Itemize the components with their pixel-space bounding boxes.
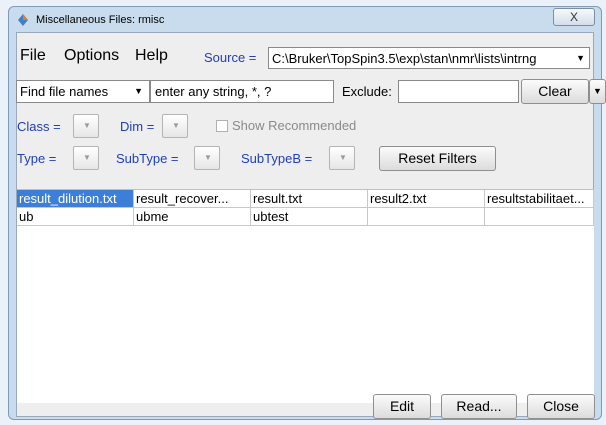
file-cell[interactable]: ubtest bbox=[251, 208, 368, 226]
file-cell[interactable]: ubme bbox=[134, 208, 251, 226]
search-input[interactable]: enter any string, *, ? bbox=[150, 80, 334, 103]
file-cell[interactable]: result_dilution.txt bbox=[17, 190, 134, 208]
app-icon bbox=[18, 14, 28, 26]
show-recommended-checkbox[interactable] bbox=[216, 120, 228, 132]
read-button[interactable]: Read... bbox=[441, 394, 517, 419]
window-title: Miscellaneous Files: rmisc bbox=[36, 14, 165, 26]
menu-options[interactable]: Options bbox=[64, 47, 119, 65]
type-dropdown[interactable]: ▼ bbox=[73, 146, 99, 170]
class-dropdown[interactable]: ▼ bbox=[73, 114, 99, 138]
type-label: Type = bbox=[17, 151, 57, 166]
chevron-down-icon: ▼ bbox=[134, 86, 143, 96]
chevron-down-icon: ▼ bbox=[576, 53, 585, 63]
title-bar[interactable]: Miscellaneous Files: rmisc X bbox=[9, 7, 601, 33]
file-cell[interactable]: resultstabilitaet... bbox=[485, 190, 594, 208]
search-mode-value: Find file names bbox=[20, 84, 109, 99]
exclude-label: Exclude: bbox=[342, 84, 392, 99]
subtype-label: SubType = bbox=[116, 151, 179, 166]
search-mode-dropdown[interactable]: Find file names ▼ bbox=[16, 80, 150, 103]
source-dropdown[interactable]: C:\Bruker\TopSpin3.5\exp\stan\nmr\lists\… bbox=[268, 47, 590, 69]
chevron-down-icon: ▼ bbox=[204, 153, 212, 162]
menu-help[interactable]: Help bbox=[135, 47, 168, 65]
source-value: C:\Bruker\TopSpin3.5\exp\stan\nmr\lists\… bbox=[272, 51, 537, 66]
file-cell[interactable]: ub bbox=[17, 208, 134, 226]
menu-file[interactable]: File bbox=[20, 47, 46, 65]
chevron-down-icon: ▼ bbox=[83, 153, 91, 162]
subtypeb-dropdown[interactable]: ▼ bbox=[329, 146, 355, 170]
class-label: Class = bbox=[17, 119, 61, 134]
exclude-input[interactable] bbox=[398, 80, 519, 103]
source-label: Source = bbox=[204, 50, 257, 65]
reset-filters-button[interactable]: Reset Filters bbox=[379, 146, 496, 171]
edit-button[interactable]: Edit bbox=[373, 394, 431, 419]
close-icon: X bbox=[569, 10, 578, 24]
file-table: result_dilution.txt result_recover... re… bbox=[17, 189, 594, 403]
chevron-down-icon: ▼ bbox=[83, 121, 91, 130]
chevron-down-icon: ▼ bbox=[172, 121, 180, 130]
file-cell[interactable] bbox=[485, 208, 594, 226]
clear-options-button[interactable]: ▼ bbox=[589, 79, 606, 104]
close-button[interactable]: Close bbox=[527, 394, 595, 419]
show-recommended-label: Show Recommended bbox=[232, 118, 357, 133]
file-cell[interactable]: result2.txt bbox=[368, 190, 485, 208]
file-cell[interactable] bbox=[368, 208, 485, 226]
file-cell[interactable]: result_recover... bbox=[134, 190, 251, 208]
dim-dropdown[interactable]: ▼ bbox=[162, 114, 188, 138]
window-close-button[interactable]: X bbox=[553, 8, 595, 26]
subtypeb-label: SubTypeB = bbox=[241, 151, 313, 166]
file-cell[interactable]: result.txt bbox=[251, 190, 368, 208]
chevron-down-icon: ▼ bbox=[593, 86, 602, 96]
subtype-dropdown[interactable]: ▼ bbox=[194, 146, 220, 170]
clear-button[interactable]: Clear bbox=[521, 79, 589, 104]
dim-label: Dim = bbox=[120, 119, 155, 134]
chevron-down-icon: ▼ bbox=[339, 153, 347, 162]
